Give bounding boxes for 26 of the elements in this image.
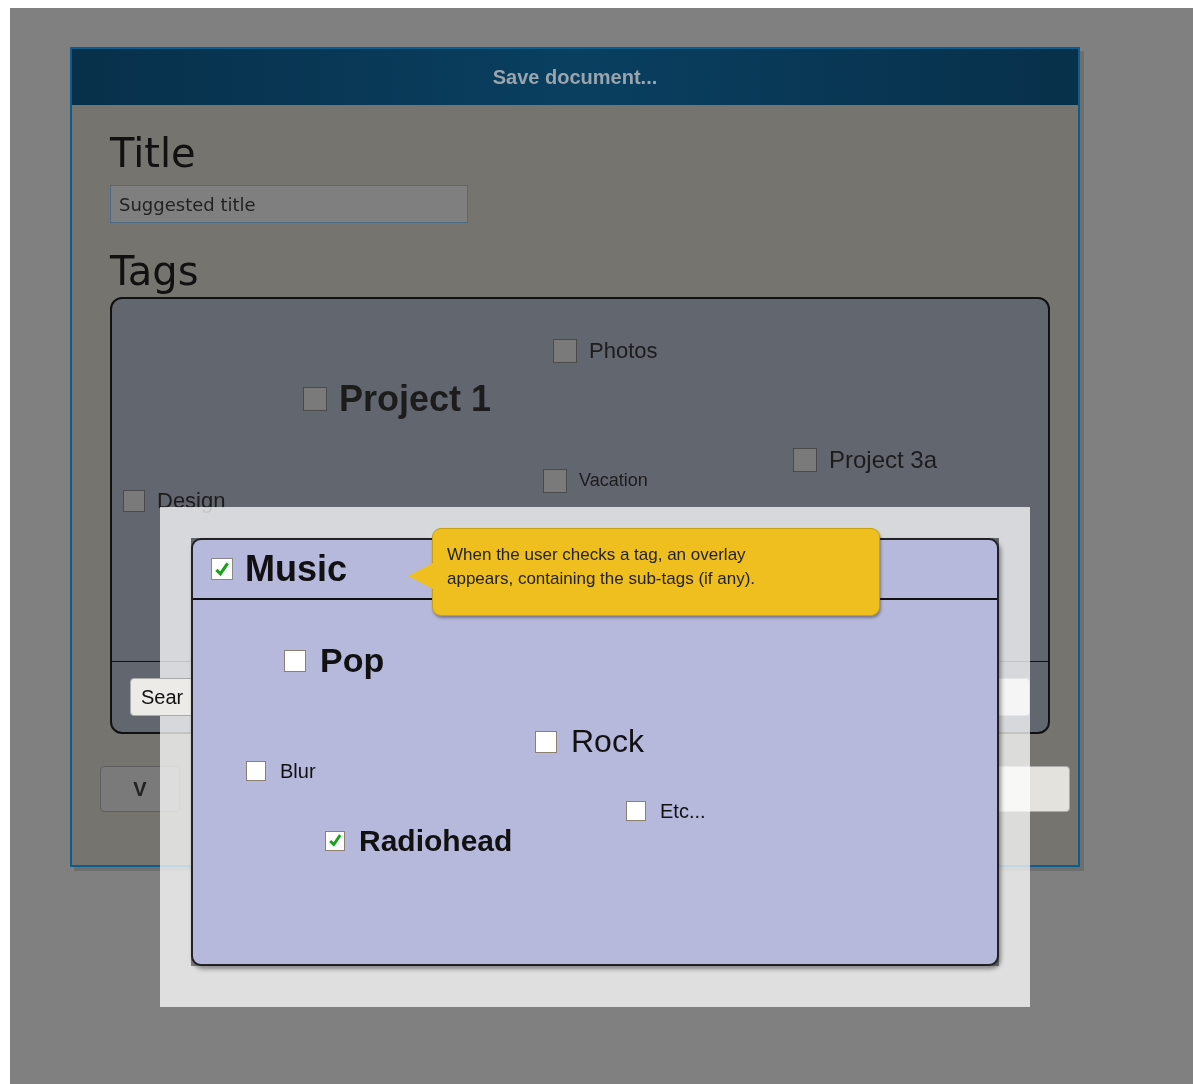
checkbox[interactable] xyxy=(123,490,145,513)
checkbox[interactable] xyxy=(793,448,817,473)
tag-label: Design xyxy=(157,489,226,514)
checkbox[interactable] xyxy=(535,730,557,753)
checkbox[interactable] xyxy=(325,830,345,851)
tag-label: Vacation xyxy=(579,471,648,491)
tag-label: Pop xyxy=(320,642,385,680)
tag-label: Project 1 xyxy=(339,379,492,419)
checkbox[interactable] xyxy=(246,761,266,781)
checkbox[interactable] xyxy=(303,386,327,411)
tag-label: Project 3a xyxy=(829,447,938,474)
window-title: Save document... xyxy=(72,49,1078,105)
tag-label: Music xyxy=(245,549,348,589)
section-heading: Title xyxy=(110,133,196,173)
title-field[interactable]: Suggested title xyxy=(110,185,468,223)
checkbox[interactable] xyxy=(543,469,567,493)
tag-label: Etc... xyxy=(660,800,706,822)
tag-label: Radiohead xyxy=(359,824,513,857)
checkbox[interactable] xyxy=(553,339,577,364)
tag-label: Photos xyxy=(589,339,658,364)
tag-label: Rock xyxy=(571,724,644,760)
tooltip-text: When the user checks a tag, an overlay appears, containing the sub-tags (if any). xyxy=(447,544,757,590)
checkbox[interactable] xyxy=(284,649,306,672)
checkbox[interactable] xyxy=(626,801,646,821)
checkbox[interactable] xyxy=(211,558,233,580)
tag-label: Blur xyxy=(280,760,316,782)
